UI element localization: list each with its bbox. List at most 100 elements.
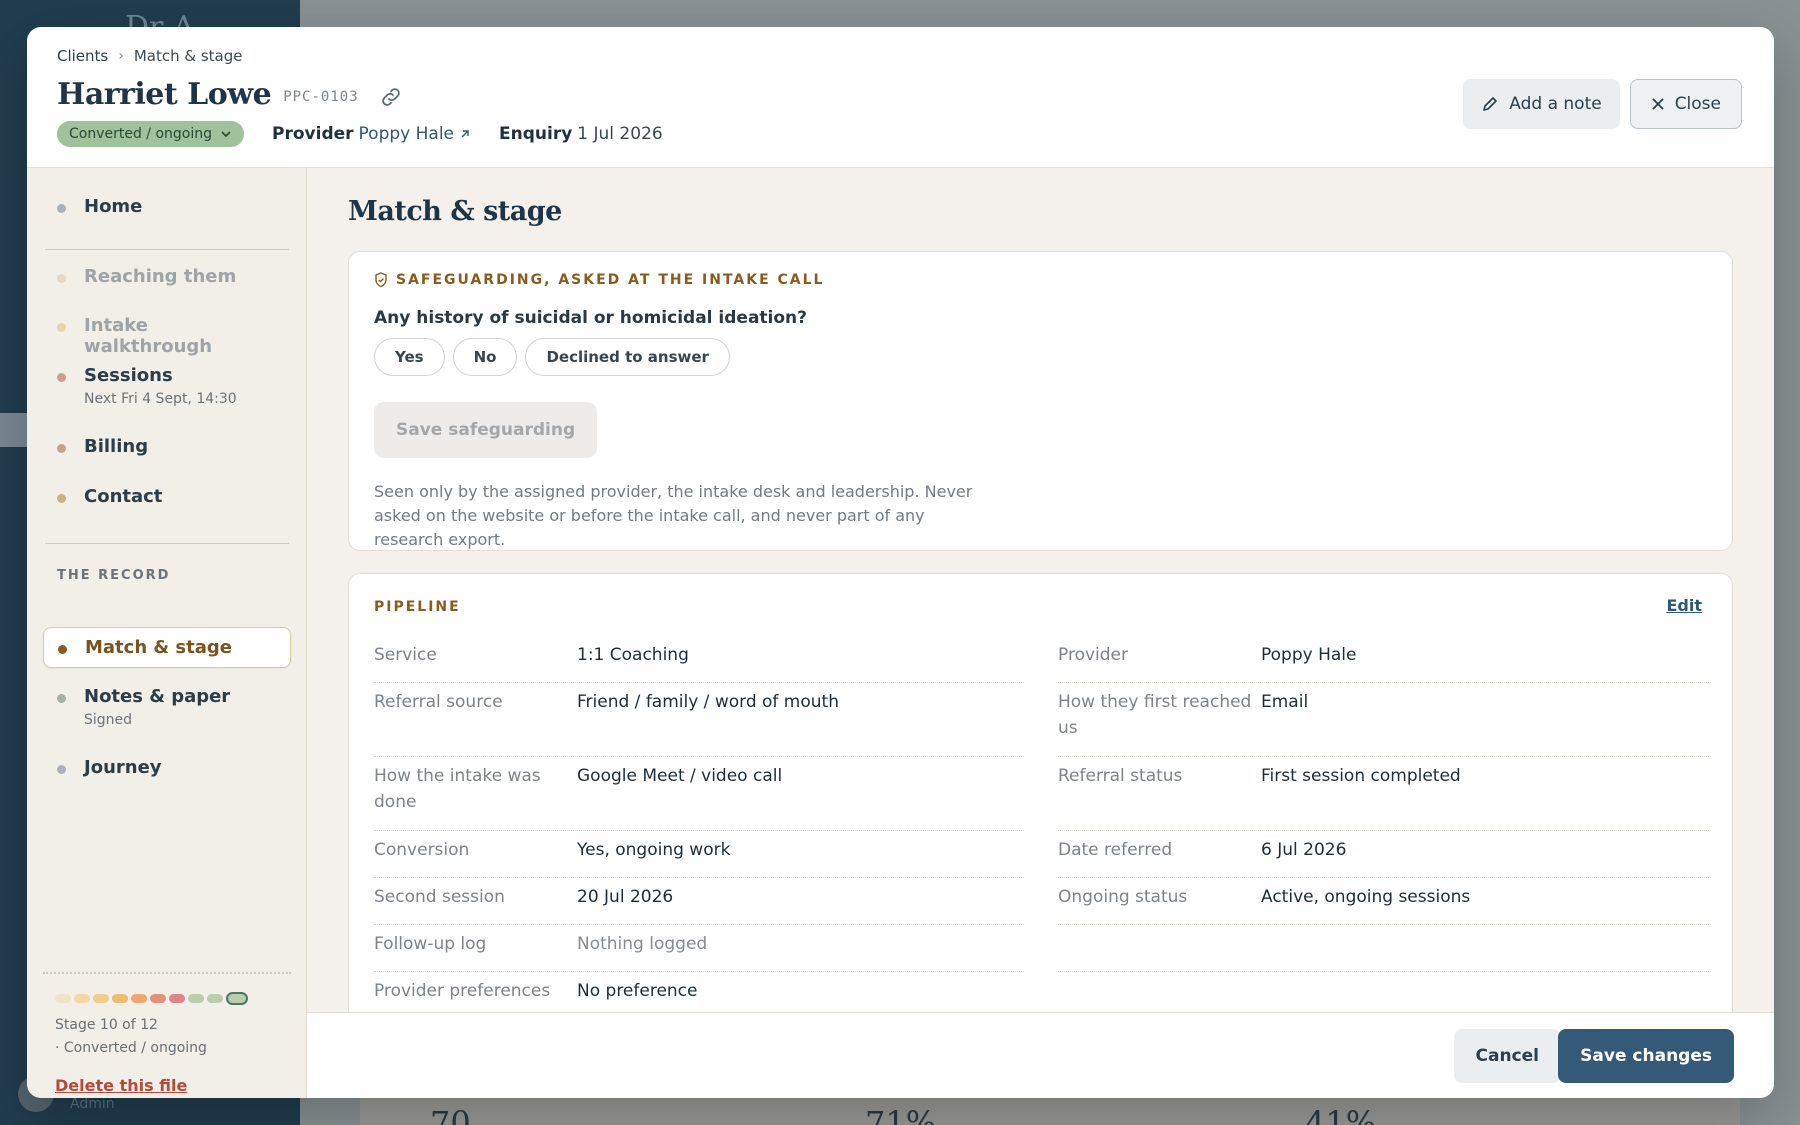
stage-dot bbox=[150, 994, 166, 1003]
nav-item-label: Contact bbox=[84, 486, 163, 507]
field-value: Google Meet / video call bbox=[577, 766, 783, 786]
safeguarding-question: Any history of suicidal or homicidal ide… bbox=[374, 308, 808, 328]
stage-dot-current bbox=[226, 992, 248, 1005]
stage-dropdown-label: Converted / ongoing bbox=[69, 126, 213, 142]
pipeline-edit-link[interactable]: Edit bbox=[1666, 596, 1702, 615]
nav-item-label: Journey bbox=[84, 757, 162, 778]
pencil-icon bbox=[1483, 97, 1498, 111]
stage-dot bbox=[207, 994, 223, 1003]
safeguarding-note: Seen only by the assigned provider, the … bbox=[374, 482, 973, 549]
field-value: Friend / family / word of mouth bbox=[577, 692, 839, 712]
enquiry-date: 1 Jul 2026 bbox=[577, 124, 663, 144]
external-link-icon[interactable] bbox=[459, 128, 471, 140]
stage-dot bbox=[55, 994, 71, 1003]
add-note-button[interactable]: Add a note bbox=[1463, 79, 1620, 129]
stage-text: Stage 10 of 12 · Converted / ongoing bbox=[55, 1014, 207, 1060]
field-label: Conversion bbox=[374, 840, 470, 860]
link-icon[interactable] bbox=[379, 85, 403, 109]
nav-item-home[interactable]: Home bbox=[43, 187, 291, 226]
background-user-role: Admin bbox=[70, 1096, 115, 1112]
field-value: 6 Jul 2026 bbox=[1261, 840, 1347, 860]
option-declined[interactable]: Declined to answer bbox=[525, 338, 730, 376]
save-changes-button[interactable]: Save changes bbox=[1558, 1029, 1734, 1083]
field-row: Referral source Friend / family / word o… bbox=[374, 689, 1024, 757]
field-row: Date referred 6 Jul 2026 bbox=[1058, 837, 1709, 878]
shield-icon bbox=[375, 272, 387, 288]
add-note-label: Add a note bbox=[1509, 94, 1602, 114]
field-row: Conversion Yes, ongoing work bbox=[374, 837, 1024, 878]
nav-dot bbox=[57, 274, 66, 283]
field-row: How they first reached us Email bbox=[1058, 689, 1709, 757]
nav-divider bbox=[45, 249, 289, 250]
nav-dot bbox=[58, 645, 67, 654]
nav-item-label: Sessions bbox=[84, 365, 173, 386]
option-no[interactable]: No bbox=[452, 338, 518, 376]
field-label: Referral source bbox=[374, 692, 503, 712]
option-yes[interactable]: Yes bbox=[374, 338, 445, 376]
cancel-button[interactable]: Cancel bbox=[1453, 1029, 1561, 1083]
provider-meta: Provider Poppy Hale bbox=[272, 124, 471, 144]
breadcrumb-current: Match & stage bbox=[133, 47, 243, 65]
nav-dot bbox=[57, 444, 66, 453]
close-icon bbox=[1652, 98, 1664, 110]
stage-progress-divider bbox=[43, 972, 291, 974]
save-safeguarding-button[interactable]: Save safeguarding bbox=[374, 402, 598, 458]
nav-item-label: Billing bbox=[84, 436, 149, 457]
field-value: 20 Jul 2026 bbox=[577, 887, 674, 907]
field-label: How they first reached us bbox=[1058, 692, 1252, 738]
field-value: Yes, ongoing work bbox=[577, 840, 731, 860]
nav-item-label: Home bbox=[84, 196, 143, 217]
nav-item-reaching-them[interactable]: Reaching them bbox=[43, 257, 291, 296]
stage-progress bbox=[55, 992, 248, 1005]
field-row: How the intake was done Google Meet / vi… bbox=[374, 763, 1024, 831]
nav-item-sessions[interactable]: Sessions Next Fri 4 Sept, 14:30 bbox=[43, 356, 291, 416]
nav-item-journey[interactable]: Journey bbox=[43, 748, 291, 787]
field-label: Date referred bbox=[1058, 840, 1173, 860]
safeguarding-eyebrow-label: SAFEGUARDING, ASKED AT THE INTAKE CALL bbox=[396, 272, 825, 288]
breadcrumb: Clients › Match & stage bbox=[57, 47, 243, 65]
stage-dot bbox=[131, 994, 147, 1003]
background-sidebar-highlight bbox=[0, 413, 30, 447]
page-title: Match & stage bbox=[348, 196, 562, 227]
field-value: Poppy Hale bbox=[1261, 645, 1357, 665]
enquiry-meta-label: Enquiry bbox=[499, 124, 573, 144]
stage-name: · Converted / ongoing bbox=[55, 1040, 207, 1056]
field-row: Referral status First session completed bbox=[1058, 763, 1709, 831]
field-label: How the intake was done bbox=[374, 766, 541, 812]
nav-item-contact[interactable]: Contact bbox=[43, 477, 291, 516]
modal-footer: Cancel Save changes bbox=[307, 1012, 1774, 1098]
nav-dot bbox=[57, 323, 66, 332]
field-label: Ongoing status bbox=[1058, 887, 1188, 907]
client-name: Harriet Lowe bbox=[57, 77, 272, 112]
delete-file-link[interactable]: Delete this file bbox=[55, 1076, 187, 1095]
field-value: Active, ongoing sessions bbox=[1261, 887, 1471, 907]
stage-dot bbox=[188, 994, 204, 1003]
field-label: Second session bbox=[374, 887, 505, 907]
field-label: Referral status bbox=[1058, 766, 1183, 786]
modal-header: Clients › Match & stage Harriet Lowe PPC… bbox=[27, 27, 1774, 168]
stage-dropdown[interactable]: Converted / ongoing bbox=[57, 121, 245, 147]
provider-link[interactable]: Poppy Hale bbox=[359, 124, 454, 144]
nav-dot bbox=[57, 765, 66, 774]
background-stat-2: 71% bbox=[865, 1104, 937, 1125]
nav-item-match-stage[interactable]: Match & stage bbox=[43, 627, 291, 668]
nav-item-billing[interactable]: Billing bbox=[43, 427, 291, 466]
close-label: Close bbox=[1674, 94, 1721, 114]
client-modal: Clients › Match & stage Harriet Lowe PPC… bbox=[27, 27, 1774, 1098]
nav-dot bbox=[57, 373, 66, 382]
nav-item-notes-paper[interactable]: Notes & paper Signed bbox=[43, 677, 291, 737]
stage-dot bbox=[112, 994, 128, 1003]
nav-dot bbox=[57, 694, 66, 703]
close-button[interactable]: Close bbox=[1629, 79, 1742, 129]
field-label: Service bbox=[374, 645, 437, 665]
header-actions: Add a note Close bbox=[1463, 79, 1742, 129]
modal-nav: Home Reaching them Intake walkthrough Se… bbox=[27, 168, 307, 1098]
chevron-right-icon: › bbox=[118, 48, 124, 64]
nav-dot bbox=[57, 494, 66, 503]
field-row: Provider Poppy Hale bbox=[1058, 642, 1709, 683]
stage-count: Stage 10 of 12 bbox=[55, 1017, 158, 1033]
field-row: Ongoing status Active, ongoing sessions bbox=[1058, 884, 1709, 925]
field-row-empty bbox=[1058, 931, 1709, 972]
breadcrumb-clients[interactable]: Clients bbox=[57, 47, 108, 65]
meta-row: Converted / ongoing Provider Poppy Hale … bbox=[57, 121, 663, 147]
